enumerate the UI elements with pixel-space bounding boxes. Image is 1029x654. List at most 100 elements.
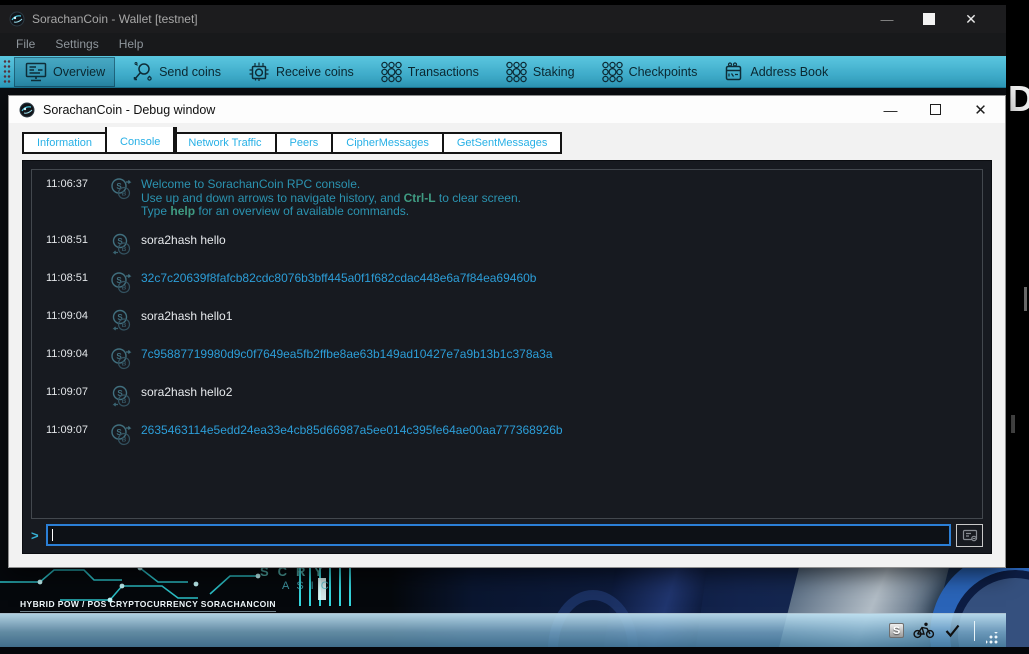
console-command: sora2hash hello2 <box>141 385 982 409</box>
toolbar-staking-label: Staking <box>533 65 575 79</box>
sync-check-icon[interactable] <box>944 623 961 638</box>
rpc-reply-coin-icon: S B <box>101 347 141 371</box>
console-prompt: > <box>31 528 46 543</box>
svg-text:B: B <box>122 322 127 329</box>
svg-text:B: B <box>122 398 127 405</box>
toolbar-send-coins-button[interactable]: Send coins <box>121 57 231 87</box>
staking-cyclist-icon[interactable] <box>913 622 935 639</box>
console-row: 11:06:37 S B Welcome to SorachanCoin RPC… <box>32 177 982 219</box>
screen-bottom-strip <box>0 647 1029 654</box>
console-timestamp: 11:08:51 <box>46 271 101 295</box>
main-minimize-button[interactable]: — <box>866 5 908 33</box>
main-maximize-button[interactable] <box>908 5 950 33</box>
tab-information[interactable]: Information <box>24 134 107 152</box>
staking-icon <box>505 61 528 83</box>
svg-text:B: B <box>122 360 127 367</box>
tab-peers[interactable]: Peers <box>277 134 334 152</box>
resize-grip[interactable] <box>986 632 998 644</box>
console-hash-result: 32c7c20639f8fafcb82cdc8076b3bff445a0f1f6… <box>141 271 982 295</box>
toolbar: Overview Send coins <box>0 56 1006 88</box>
menu-help[interactable]: Help <box>109 33 154 56</box>
sorachancoin-logo-icon <box>19 102 35 118</box>
console-timestamp: 11:06:37 <box>46 177 101 219</box>
toolbar-send-coins-label: Send coins <box>159 65 221 79</box>
console-timestamp: 11:09:07 <box>46 385 101 409</box>
s-badge-icon: S <box>889 623 904 638</box>
svg-text:B: B <box>122 284 127 291</box>
asic-art-text: ASIC <box>282 580 336 592</box>
console-row: 11:09:04 S B 7c95887719980d9c0f7649ea5fb… <box>32 347 982 371</box>
background-letter: D <box>1008 78 1029 120</box>
menu-settings[interactable]: Settings <box>45 33 108 56</box>
hybrid-pow-pos-tagline: HYBRID POW / POS CRYPTOCURRENCY SORACHAN… <box>20 599 276 612</box>
text-caret <box>52 529 53 541</box>
tab-console[interactable]: Console <box>107 127 175 152</box>
toolbar-overview-label: Overview <box>53 65 105 79</box>
debug-window: SorachanCoin - Debug window — ✕ Informat… <box>8 95 1006 568</box>
svg-text:B: B <box>122 191 127 198</box>
console-command: sora2hash hello <box>141 233 982 257</box>
console-welcome-message: Welcome to SorachanCoin RPC console. Use… <box>141 177 982 219</box>
console-row: 11:08:51 S B sora2hash hello <box>32 233 982 257</box>
sorachancoin-logo-icon <box>9 11 25 27</box>
console-panel: 11:06:37 S B Welcome to SorachanCoin RPC… <box>22 160 992 554</box>
toolbar-gripper[interactable] <box>3 59 11 85</box>
toolbar-address-book-label: Address Book <box>750 65 828 79</box>
console-command: sora2hash hello1 <box>141 309 982 333</box>
debug-window-title: SorachanCoin - Debug window <box>43 103 215 117</box>
rpc-reply-coin-icon: S B <box>101 271 141 295</box>
main-close-button[interactable]: ✕ <box>950 5 992 33</box>
rpc-reply-coin-icon: S B <box>101 177 141 219</box>
toolbar-overview-button[interactable]: Overview <box>14 57 115 87</box>
rpc-command-coin-icon: S B <box>101 309 141 333</box>
tab-get-sent-messages[interactable]: GetSentMessages <box>444 134 561 152</box>
console-input[interactable] <box>48 526 949 544</box>
tab-network-traffic[interactable]: Network Traffic <box>175 134 276 152</box>
toolbar-transactions-button[interactable]: Transactions <box>370 57 489 87</box>
console-timestamp: 11:09:07 <box>46 423 101 447</box>
toolbar-transactions-label: Transactions <box>408 65 479 79</box>
rpc-reply-coin-icon: S B <box>101 423 141 447</box>
console-timestamp: 11:09:04 <box>46 309 101 333</box>
overview-monitor-icon <box>24 61 48 83</box>
debug-minimize-button[interactable]: — <box>868 96 913 123</box>
debug-close-button[interactable]: ✕ <box>958 96 1003 123</box>
toolbar-checkpoints-button[interactable]: Checkpoints <box>591 57 708 87</box>
receive-coins-icon <box>247 61 271 83</box>
rpc-command-coin-icon: S B <box>101 233 141 257</box>
toolbar-receive-coins-button[interactable]: Receive coins <box>237 57 364 87</box>
desktop-right-column: D <box>1006 0 1029 568</box>
menu-bar: File Settings Help <box>0 33 1006 56</box>
svg-text:B: B <box>122 436 127 443</box>
checkpoints-icon <box>601 61 624 83</box>
debug-tab-bar: Information Console Network Traffic Peer… <box>22 132 562 154</box>
debug-maximize-button[interactable] <box>913 96 958 123</box>
clear-console-button[interactable] <box>956 524 983 547</box>
console-output: 11:06:37 S B Welcome to SorachanCoin RPC… <box>31 169 983 519</box>
keyword-help: help <box>170 204 195 218</box>
main-window-title: SorachanCoin - Wallet [testnet] <box>32 12 198 26</box>
toolbar-checkpoints-label: Checkpoints <box>629 65 698 79</box>
console-input-row: > <box>31 523 983 547</box>
console-timestamp: 11:08:51 <box>46 233 101 257</box>
svg-text:B: B <box>122 246 127 253</box>
desktop: SorachanCoin - Wallet [testnet] — ✕ File… <box>0 0 1029 654</box>
console-row: 11:08:51 S B 32c7c20639f8fafcb82cdc8076b… <box>32 271 982 295</box>
statusbar-separator <box>974 621 975 641</box>
console-row: 11:09:04 S B sora2hash hello1 <box>32 309 982 333</box>
tab-cipher-messages[interactable]: CipherMessages <box>333 134 444 152</box>
rpc-command-coin-icon: S B <box>101 385 141 409</box>
transactions-icon <box>380 61 403 83</box>
debug-title-bar: SorachanCoin - Debug window — ✕ <box>9 96 1005 123</box>
status-bar: S <box>0 613 1006 647</box>
console-row: 11:09:07 S B sora2hash hello2 <box>32 385 982 409</box>
address-book-icon <box>723 61 745 83</box>
send-coins-icon <box>131 61 154 83</box>
menu-file[interactable]: File <box>6 33 45 56</box>
keyword-ctrl-l: Ctrl-L <box>404 191 436 205</box>
main-title-bar: SorachanCoin - Wallet [testnet] — ✕ <box>0 5 1006 33</box>
clear-console-icon <box>962 529 978 542</box>
console-hash-result: 2635463114e5edd24ea33e4cb85d66987a5ee014… <box>141 423 982 447</box>
toolbar-staking-button[interactable]: Staking <box>495 57 585 87</box>
toolbar-address-book-button[interactable]: Address Book <box>713 57 838 87</box>
